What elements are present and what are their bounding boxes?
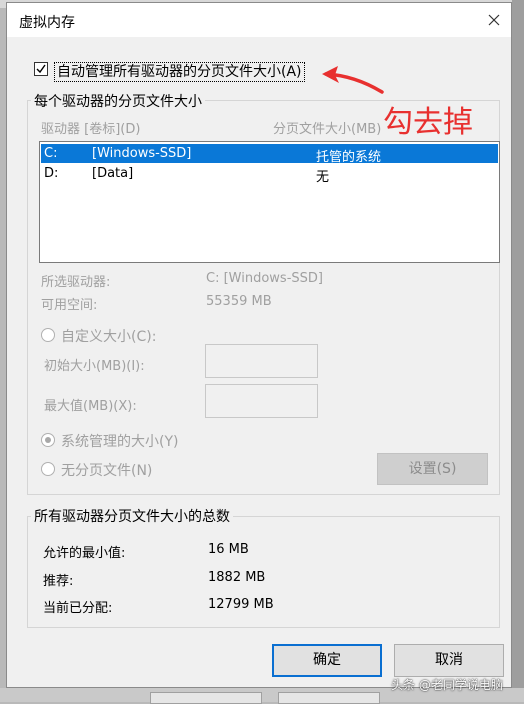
drive-paging-size: 托管的系统 [316, 150, 382, 165]
selected-drive-label: 所选驱动器: [41, 275, 111, 290]
drive-letter: C: [44, 146, 58, 161]
drive-row-d[interactable]: D: [Data] 无 [41, 164, 498, 185]
radio-selected-dot [45, 437, 51, 443]
watermark: 头条 @老同学说电脑 [391, 678, 503, 692]
free-space-value: 55359 MB [206, 294, 272, 309]
drive-label: [Windows-SSD] [92, 146, 192, 161]
max-size-label: 最大值(MB)(X): [44, 399, 137, 414]
per-drive-legend: 每个驱动器的分页文件大小 [31, 91, 205, 111]
recommended-label: 推荐: [43, 574, 74, 589]
min-allowed-label: 允许的最小值: [43, 546, 126, 561]
close-icon [488, 14, 500, 26]
set-button[interactable]: 设置(S) [377, 453, 488, 485]
drive-row-c[interactable]: C: [Windows-SSD] 托管的系统 [41, 144, 498, 165]
drive-letter: D: [44, 166, 59, 181]
max-size-input[interactable] [205, 384, 318, 418]
initial-size-label: 初始大小(MB)(I): [44, 359, 145, 374]
system-managed-label[interactable]: 系统管理的大小(Y) [61, 431, 178, 451]
selected-drive-value: C: [Windows-SSD] [206, 271, 323, 286]
currently-allocated-label: 当前已分配: [43, 601, 113, 616]
red-arrow-icon [322, 66, 384, 94]
auto-manage-checkbox[interactable] [34, 62, 48, 76]
drive-list[interactable]: C: [Windows-SSD] 托管的系统 D: [Data] 无 [39, 141, 500, 263]
column-header-drive: 驱动器 [卷标](D) [41, 122, 141, 137]
column-header-size: 分页文件大小(MB) [273, 122, 382, 137]
custom-size-radio[interactable] [41, 328, 55, 342]
ok-button[interactable]: 确定 [272, 644, 382, 677]
checkmark-icon [36, 64, 46, 74]
free-space-label: 可用空间: [41, 298, 98, 313]
drive-label: [Data] [92, 166, 134, 181]
title-bar: 虚拟内存 [7, 3, 511, 37]
custom-size-label[interactable]: 自定义大小(C): [61, 326, 156, 346]
background-window-edge [512, 0, 524, 702]
background-tab [150, 692, 262, 704]
no-paging-radio[interactable] [41, 462, 55, 476]
recommended-value: 1882 MB [208, 570, 266, 585]
background-tab [278, 692, 380, 704]
dialog-title: 虚拟内存 [19, 15, 75, 31]
currently-allocated-value: 12799 MB [208, 597, 274, 612]
initial-size-input[interactable] [205, 344, 318, 378]
annotation-text: 勾去掉 [383, 105, 473, 140]
drive-paging-size: 无 [316, 170, 330, 185]
cancel-button[interactable]: 取消 [394, 644, 504, 677]
auto-manage-label[interactable]: 自动管理所有驱动器的分页文件大小(A) [54, 62, 305, 82]
system-managed-radio[interactable] [41, 433, 55, 447]
close-button[interactable] [481, 7, 507, 33]
no-paging-label[interactable]: 无分页文件(N) [61, 460, 152, 480]
min-allowed-value: 16 MB [208, 542, 249, 557]
totals-legend: 所有驱动器分页文件大小的总数 [31, 506, 233, 526]
